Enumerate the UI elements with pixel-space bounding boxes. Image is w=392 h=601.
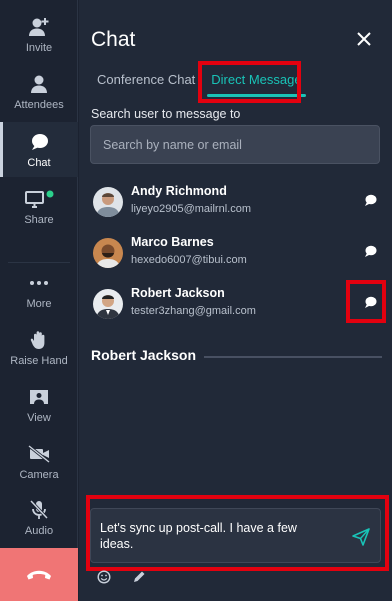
user-row[interactable]: Robert Jackson tester3zhang@gmail.com — [93, 286, 383, 326]
search-input[interactable] — [90, 125, 380, 164]
rail-raise-hand-label: Raise Hand — [10, 355, 68, 367]
emoji-icon[interactable] — [97, 570, 111, 584]
more-dots-icon — [29, 270, 49, 296]
user-row[interactable]: Andy Richmond liyeyo2905@mailrnl.com — [93, 184, 383, 224]
hand-icon — [30, 327, 48, 353]
chat-bubble-icon — [29, 129, 49, 155]
rail-audio-label: Audio — [24, 525, 54, 537]
conversation-recipient: Robert Jackson — [91, 347, 197, 363]
chat-panel: Chat Conference Chat Direct Message Sear… — [79, 0, 392, 601]
user-name: Andy Richmond — [131, 184, 227, 198]
user-email: tester3zhang@gmail.com — [131, 305, 256, 317]
leave-call-button[interactable] — [0, 548, 78, 601]
phone-hangup-icon — [27, 570, 51, 579]
send-icon[interactable] — [352, 528, 370, 546]
divider — [204, 356, 382, 358]
rail-camera-label: Camera — [19, 469, 59, 481]
rail-attendees[interactable]: Attendees — [0, 71, 78, 111]
avatar — [93, 289, 123, 319]
rail-invite-label: Invite — [25, 42, 53, 54]
user-email: hexedo6007@tibui.com — [131, 254, 247, 266]
close-icon[interactable] — [356, 31, 372, 47]
rail-audio[interactable]: Audio — [0, 497, 78, 537]
search-label: Search user to message to — [91, 107, 241, 121]
rail-share-label: Share — [24, 214, 54, 226]
rail-view-label: View — [27, 412, 51, 424]
rail-camera[interactable]: Camera — [0, 441, 78, 481]
tab-conference-chat[interactable]: Conference Chat — [89, 72, 203, 87]
user-name: Robert Jackson — [131, 286, 225, 300]
user-row[interactable]: Marco Barnes hexedo6007@tibui.com — [93, 235, 383, 275]
rail-raise-hand[interactable]: Raise Hand — [0, 327, 78, 367]
chat-bubble-icon[interactable] — [363, 193, 377, 207]
tab-direct-message[interactable]: Direct Message — [203, 72, 309, 97]
user-name: Marco Barnes — [131, 235, 214, 249]
view-icon — [28, 384, 50, 410]
pen-icon[interactable] — [132, 570, 146, 584]
user-email: liyeyo2905@mailrnl.com — [131, 203, 251, 215]
camera-off-icon — [27, 441, 51, 467]
rail-attendees-label: Attendees — [14, 99, 64, 111]
panel-title: Chat — [91, 28, 136, 51]
rail-more-label: More — [26, 298, 52, 310]
person-icon — [29, 71, 49, 97]
side-rail: Invite Attendees Chat Share More Raise H… — [0, 0, 78, 601]
chat-bubble-icon[interactable] — [363, 244, 377, 258]
avatar — [93, 238, 123, 268]
message-input[interactable]: Let's sync up post-call. I have a few id… — [100, 520, 330, 552]
message-composer[interactable]: Let's sync up post-call. I have a few id… — [90, 508, 381, 563]
rail-view[interactable]: View — [0, 384, 78, 424]
rail-chat[interactable]: Chat — [0, 122, 78, 177]
mic-off-icon — [29, 497, 49, 523]
rail-chat-label: Chat — [27, 157, 51, 169]
rail-share[interactable]: Share — [0, 186, 78, 226]
rail-invite[interactable]: Invite — [0, 14, 78, 54]
add-user-icon — [28, 14, 50, 40]
rail-more[interactable]: More — [0, 270, 78, 310]
avatar — [93, 187, 123, 217]
chat-tabs: Conference Chat Direct Message — [89, 72, 310, 97]
screen-share-icon — [24, 186, 54, 212]
rail-divider — [8, 262, 70, 263]
chat-bubble-icon[interactable] — [363, 295, 377, 309]
